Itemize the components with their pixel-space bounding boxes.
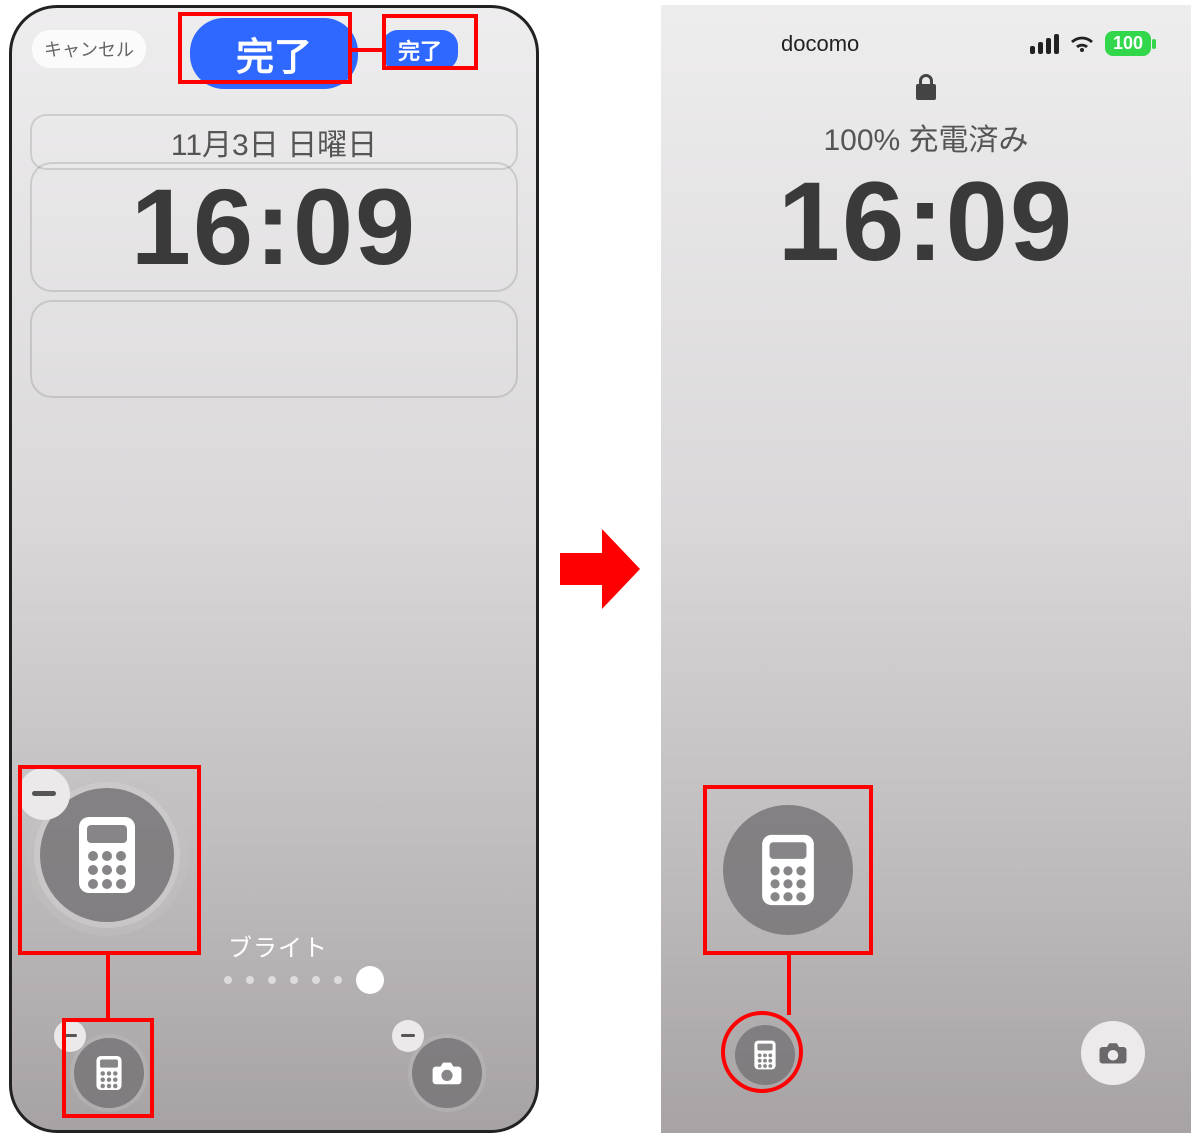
annotation-connector xyxy=(787,955,791,1015)
left-phone-lockscreen-edit: キャンセル 完了 完了 11月3日 日曜日 16:09 ブライト xyxy=(9,5,539,1133)
color-mode-label: ブライト xyxy=(228,928,328,963)
annotation-highlight-calc-small-result xyxy=(721,1011,803,1093)
annotation-highlight-calc-large xyxy=(18,765,201,955)
camera-icon xyxy=(1098,1041,1128,1065)
status-bar: docomo 100 xyxy=(661,31,1191,57)
annotation-highlight-calc-small xyxy=(62,1018,154,1118)
battery-icon: 100 xyxy=(1105,31,1151,56)
annotation-highlight-done-large xyxy=(178,12,352,84)
cellular-signal-icon xyxy=(1030,34,1059,54)
annotation-connector xyxy=(106,954,110,1022)
wifi-icon xyxy=(1069,34,1095,54)
transition-arrow-icon xyxy=(559,519,641,619)
carrier-label: docomo xyxy=(781,31,859,57)
annotation-highlight-calc-result xyxy=(703,785,873,955)
camera-quick-action-small[interactable] xyxy=(412,1038,482,1108)
bottom-widget-slot[interactable] xyxy=(30,300,518,398)
lock-icon xyxy=(915,73,937,106)
annotation-highlight-done-small xyxy=(382,14,478,70)
annotation-connector xyxy=(351,48,385,52)
color-swatches[interactable] xyxy=(224,966,384,994)
lockscreen-time: 16:09 xyxy=(661,157,1191,286)
cancel-button[interactable]: キャンセル xyxy=(32,30,146,68)
charge-status-label: 100% 充電済み xyxy=(661,115,1191,159)
remove-badge-small-right[interactable] xyxy=(392,1020,424,1052)
camera-icon xyxy=(431,1060,463,1086)
camera-quick-action[interactable] xyxy=(1081,1021,1145,1085)
right-phone-lockscreen: docomo 100 100% 充電済み 16:09 xyxy=(661,5,1191,1133)
time-widget-slot[interactable]: 16:09 xyxy=(30,162,518,292)
